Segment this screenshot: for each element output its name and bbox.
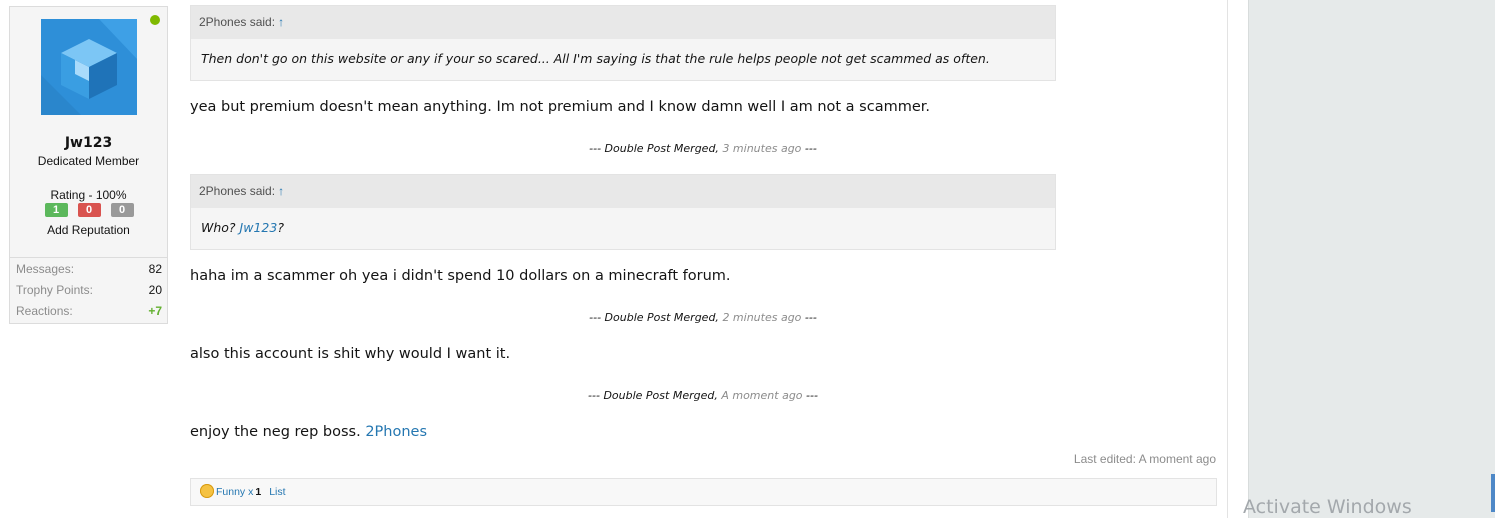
username[interactable]: Jw123 bbox=[10, 135, 167, 151]
stat-reactions: Reactions: +7 bbox=[16, 304, 162, 318]
activate-windows-watermark: Activate Windows bbox=[1243, 496, 1412, 518]
merge-time[interactable]: 2 minutes ago bbox=[722, 311, 801, 324]
merge-time[interactable]: 3 minutes ago bbox=[722, 142, 801, 155]
quote-text-prefix: Who? bbox=[201, 220, 240, 235]
add-reputation-link[interactable]: Add Reputation bbox=[10, 223, 167, 237]
reactions-bar: Funny x 1 List bbox=[190, 478, 1217, 506]
user-mention-link[interactable]: Jw123 bbox=[240, 220, 278, 235]
merge-time[interactable]: A moment ago bbox=[721, 389, 802, 402]
quote-jump-arrow-icon[interactable]: ↑ bbox=[278, 15, 284, 29]
last-edited-notice: Last edited: A moment ago bbox=[1073, 452, 1216, 466]
double-post-merged-notice: --- Double Post Merged, A moment ago --- bbox=[190, 389, 1216, 402]
positive-rep-badge[interactable]: 1 bbox=[44, 203, 68, 217]
post-paragraph: haha im a scammer oh yea i didn't spend … bbox=[190, 268, 731, 284]
user-mention-link[interactable]: 2Phones bbox=[365, 424, 427, 440]
reaction-label[interactable]: Funny x bbox=[216, 486, 253, 498]
cube-logo-icon bbox=[41, 19, 137, 115]
rating-label: Rating - 100% bbox=[50, 188, 127, 202]
quote-text: Who? Jw123? bbox=[191, 208, 1055, 235]
quote-block: 2Phones said: ↑ Then don't go on this web… bbox=[190, 5, 1056, 81]
quote-header: 2Phones said: ↑ bbox=[191, 6, 1055, 39]
online-status-indicator bbox=[150, 15, 160, 25]
stat-label: Messages: bbox=[16, 262, 75, 276]
post-paragraph: yea but premium doesn't mean anything. I… bbox=[190, 99, 931, 115]
merge-suffix: --- bbox=[806, 389, 818, 402]
stat-value[interactable]: 20 bbox=[149, 283, 162, 297]
merge-prefix: --- Double Post Merged, bbox=[589, 142, 719, 155]
merge-suffix: --- bbox=[804, 142, 817, 155]
double-post-merged-notice: --- Double Post Merged, 2 minutes ago --… bbox=[190, 311, 1216, 324]
user-avatar[interactable] bbox=[41, 19, 137, 115]
sidebar-panel bbox=[1248, 0, 1495, 518]
user-info-panel: Jw123 Dedicated Member Rating - 100% 1 0… bbox=[9, 6, 168, 324]
negative-rep-badge[interactable]: 0 bbox=[77, 203, 101, 217]
reactions-list-link[interactable]: List bbox=[269, 486, 285, 498]
stat-value: +7 bbox=[148, 304, 162, 318]
reaction-count[interactable]: 1 bbox=[255, 486, 261, 498]
neutral-rep-badge[interactable]: 0 bbox=[110, 203, 134, 217]
stat-label: Trophy Points: bbox=[16, 283, 93, 297]
quote-author: 2Phones said: bbox=[199, 184, 276, 198]
post-paragraph: enjoy the neg rep boss. 2Phones bbox=[190, 424, 427, 440]
scroll-edge-indicator bbox=[1491, 474, 1495, 512]
stat-trophy-points: Trophy Points: 20 bbox=[16, 283, 162, 297]
post-paragraph: also this account is shit why would I wa… bbox=[190, 346, 511, 362]
merge-prefix: --- Double Post Merged, bbox=[589, 311, 719, 324]
laughing-emoji-icon bbox=[200, 484, 214, 499]
content-divider bbox=[1227, 0, 1228, 518]
post-paragraph-text: enjoy the neg rep boss. bbox=[190, 424, 366, 440]
stat-value[interactable]: 82 bbox=[149, 262, 162, 276]
reputation-badges: 1 0 0 bbox=[43, 203, 135, 217]
stat-label: Reactions: bbox=[16, 304, 73, 318]
quote-block: 2Phones said: ↑ Who? Jw123? bbox=[190, 174, 1056, 250]
merge-suffix: --- bbox=[804, 311, 817, 324]
quote-jump-arrow-icon[interactable]: ↑ bbox=[278, 184, 284, 198]
stats-divider bbox=[10, 257, 167, 258]
user-title: Dedicated Member bbox=[37, 154, 140, 168]
quote-author: 2Phones said: bbox=[199, 15, 276, 29]
quote-text: Then don't go on this website or any if … bbox=[201, 51, 990, 66]
stat-messages: Messages: 82 bbox=[16, 262, 162, 276]
double-post-merged-notice: --- Double Post Merged, 3 minutes ago --… bbox=[190, 142, 1216, 155]
merge-prefix: --- Double Post Merged, bbox=[588, 389, 718, 402]
quote-header: 2Phones said: ↑ bbox=[191, 175, 1055, 208]
quote-text-suffix: ? bbox=[277, 220, 284, 235]
